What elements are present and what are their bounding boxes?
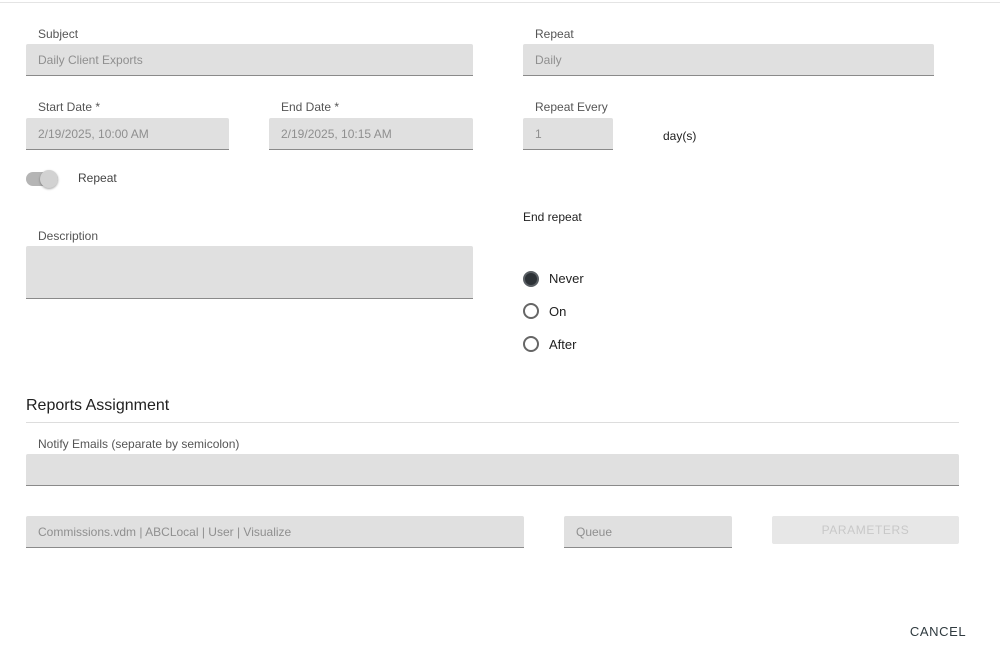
dialog-top-border <box>0 2 1000 3</box>
subject-label: Subject <box>38 27 79 41</box>
repeat-every-input[interactable]: 1 <box>523 118 613 150</box>
notify-emails-label: Notify Emails (separate by semicolon) <box>38 437 240 451</box>
queue-select[interactable]: Queue <box>564 516 732 548</box>
repeat-every-label: Repeat Every <box>535 100 608 114</box>
repeat-toggle[interactable] <box>26 170 60 188</box>
end-repeat-after-label: After <box>549 337 577 352</box>
repeat-select-label: Repeat <box>535 27 574 41</box>
start-date-label: Start Date * <box>38 100 101 114</box>
cancel-button[interactable]: CANCEL <box>900 619 976 643</box>
repeat-select[interactable]: Daily <box>523 44 934 76</box>
end-repeat-never-radio[interactable] <box>523 271 539 287</box>
notify-emails-input[interactable] <box>26 454 959 486</box>
repeat-toggle-thumb <box>40 170 58 188</box>
description-textarea[interactable] <box>26 246 473 299</box>
end-repeat-on-radio[interactable] <box>523 303 539 319</box>
description-label: Description <box>38 229 99 243</box>
end-date-label: End Date * <box>281 100 340 114</box>
reports-assignment-title: Reports Assignment <box>26 397 170 414</box>
end-repeat-on-label: On <box>549 304 567 319</box>
report-select[interactable]: Commissions.vdm | ABCLocal | User | Visu… <box>26 516 524 548</box>
repeat-toggle-label: Repeat <box>78 171 117 185</box>
repeat-every-unit: day(s) <box>663 129 697 143</box>
subject-input[interactable]: Daily Client Exports <box>26 44 473 76</box>
end-date-input[interactable]: 2/19/2025, 10:15 AM <box>269 118 473 150</box>
end-repeat-after-radio[interactable] <box>523 336 539 352</box>
parameters-button[interactable]: PARAMETERS <box>772 516 959 544</box>
start-date-input[interactable]: 2/19/2025, 10:00 AM <box>26 118 229 150</box>
end-repeat-never-label: Never <box>549 271 584 286</box>
section-divider <box>26 422 959 423</box>
end-repeat-label: End repeat <box>523 210 582 224</box>
